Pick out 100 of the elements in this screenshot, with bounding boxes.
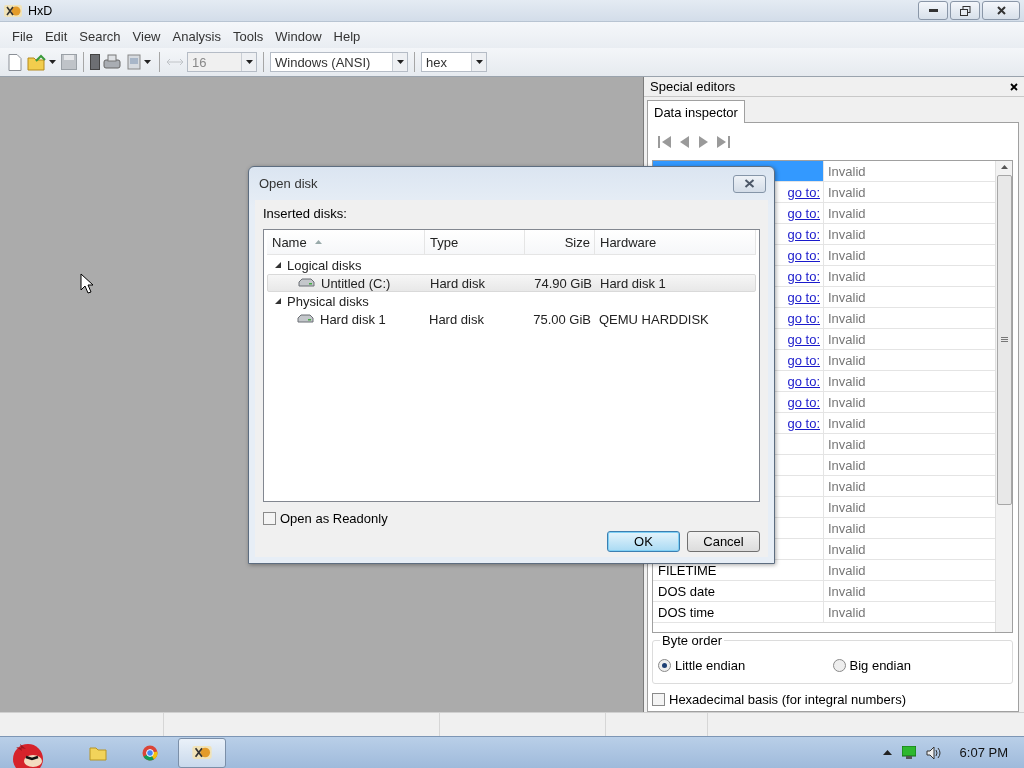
disk-name: Untitled (C:): [321, 275, 391, 291]
checkbox[interactable]: [263, 512, 276, 525]
go-to-link[interactable]: go to:: [787, 247, 820, 263]
network-icon[interactable]: [901, 746, 916, 759]
disk-type: Hard disk: [429, 275, 486, 291]
name-cell[interactable]: DOS date: [653, 581, 824, 601]
disk-hardware: QEMU HARDDISK: [598, 311, 710, 327]
previous-icon[interactable]: [680, 135, 690, 148]
panel-title: Special editors: [650, 79, 737, 95]
radio-button[interactable]: [658, 658, 671, 672]
disk-type: Hard disk: [428, 311, 485, 327]
go-to-link[interactable]: go to:: [787, 331, 820, 347]
menu-item[interactable]: Window: [269, 26, 328, 44]
type-name: FILETIME: [658, 562, 717, 578]
save-icon[interactable]: [61, 54, 77, 70]
go-to-link[interactable]: go to:: [787, 205, 820, 221]
go-to-link[interactable]: go to:: [787, 226, 820, 242]
show-hidden-icons-icon[interactable]: [882, 750, 892, 755]
type-header[interactable]: Type: [425, 230, 525, 254]
clock[interactable]: 6:07 PM: [959, 745, 1008, 760]
menu-item[interactable]: File: [6, 26, 39, 44]
menu-item[interactable]: Search: [73, 26, 127, 44]
radio-label: Little endian: [675, 657, 746, 673]
checkbox-label: Hexadecimal basis (for integral numbers): [669, 692, 906, 707]
folder-icon: [89, 744, 107, 761]
go-to-link[interactable]: go to:: [787, 310, 820, 326]
name-cell[interactable]: DOS time: [653, 602, 824, 622]
value-cell-text: Invalid: [827, 603, 867, 622]
tab[interactable]: Data inspector: [647, 100, 745, 123]
list-label: Inserted disks:: [263, 206, 348, 221]
close-button[interactable]: [982, 1, 1020, 20]
go-to-link[interactable]: go to:: [787, 289, 820, 305]
open-file-button[interactable]: [25, 53, 58, 71]
value-cell-text: Invalid: [827, 162, 867, 181]
radio-label: Big endian: [849, 657, 911, 673]
restore-button[interactable]: [950, 1, 980, 20]
radio-option[interactable]: Big endian: [832, 657, 1007, 673]
last-icon[interactable]: [716, 135, 730, 148]
taskbar-button[interactable]: [178, 737, 226, 768]
menu-item[interactable]: View: [126, 26, 167, 44]
expanded-arrow-icon[interactable]: [275, 262, 281, 268]
disk-row[interactable]: Hard disk 1 Hard disk 75.00 GiB QEMU HARDDISK: [267, 310, 756, 328]
go-to-link[interactable]: go to:: [787, 268, 820, 284]
checkbox[interactable]: [652, 693, 665, 706]
sort-arrow-icon: [314, 240, 322, 244]
group-label[interactable]: Physical disks: [287, 293, 369, 309]
value-cell-text: Invalid: [827, 183, 867, 202]
value-cell-text: Invalid: [827, 372, 867, 391]
go-to-link[interactable]: go to:: [787, 415, 820, 431]
grip-icon: [1000, 337, 1008, 343]
disk-hardware: Hard disk 1: [599, 275, 667, 291]
disk-row[interactable]: Untitled (C:) Hard disk 74.90 GiB Hard disk 1: [267, 274, 756, 292]
go-to-link[interactable]: go to:: [787, 394, 820, 410]
drive-icon[interactable]: [103, 54, 121, 70]
offset-base-dropdown[interactable]: hex: [421, 52, 487, 72]
size-header[interactable]: Size: [525, 230, 595, 254]
minimize-button[interactable]: [918, 1, 948, 20]
first-icon[interactable]: [658, 135, 672, 148]
menu-item[interactable]: Analysis: [166, 26, 227, 44]
name-header[interactable]: Name: [267, 230, 425, 254]
value-cell-text: Invalid: [827, 498, 867, 517]
group-label[interactable]: Logical disks: [287, 257, 362, 273]
close-button[interactable]: [733, 174, 766, 193]
radio-option[interactable]: Little endian: [658, 657, 833, 673]
value-cell-text: Invalid: [827, 309, 867, 328]
app-icon: [4, 3, 22, 18]
go-to-link[interactable]: go to:: [787, 184, 820, 200]
close-icon[interactable]: [1010, 82, 1018, 91]
menu-item[interactable]: Tools: [226, 26, 270, 44]
disk-name: Hard disk 1: [320, 311, 386, 327]
next-icon[interactable]: [698, 135, 708, 148]
radio-button[interactable]: [832, 658, 846, 672]
app-icon: [192, 745, 212, 760]
caret-icon: [396, 60, 404, 64]
ok-button[interactable]: OK: [607, 531, 680, 552]
cancel-button[interactable]: Cancel: [687, 531, 760, 552]
caret-icon: [475, 60, 483, 64]
hardware-header[interactable]: Hardware: [595, 230, 756, 254]
close-icon: [744, 179, 755, 188]
caret-icon: [144, 60, 151, 64]
value-cell-text: Invalid: [827, 393, 867, 412]
window-title: HxD: [28, 3, 53, 18]
value-cell-text: Invalid: [827, 204, 867, 223]
scrollbar[interactable]: [995, 161, 1012, 632]
type-name: DOS date: [658, 583, 716, 599]
value-cell-text: Invalid: [827, 225, 867, 244]
speaker-icon[interactable]: [925, 745, 942, 760]
menu-item[interactable]: Help: [327, 26, 367, 44]
go-to-link[interactable]: go to:: [787, 352, 820, 368]
memory-button[interactable]: [124, 54, 153, 70]
go-to-link[interactable]: go to:: [787, 373, 820, 389]
new-file-icon[interactable]: [8, 53, 22, 71]
caret-icon: [49, 60, 56, 64]
value-cell-text: Invalid: [827, 246, 867, 265]
value-cell-text: Invalid: [827, 288, 867, 307]
value-cell-text: Invalid: [827, 540, 867, 559]
menu-item[interactable]: Edit: [38, 26, 74, 44]
charset-dropdown[interactable]: Windows (ANSI): [270, 52, 408, 72]
value-cell-text: Invalid: [827, 435, 867, 454]
expanded-arrow-icon[interactable]: [275, 298, 281, 304]
